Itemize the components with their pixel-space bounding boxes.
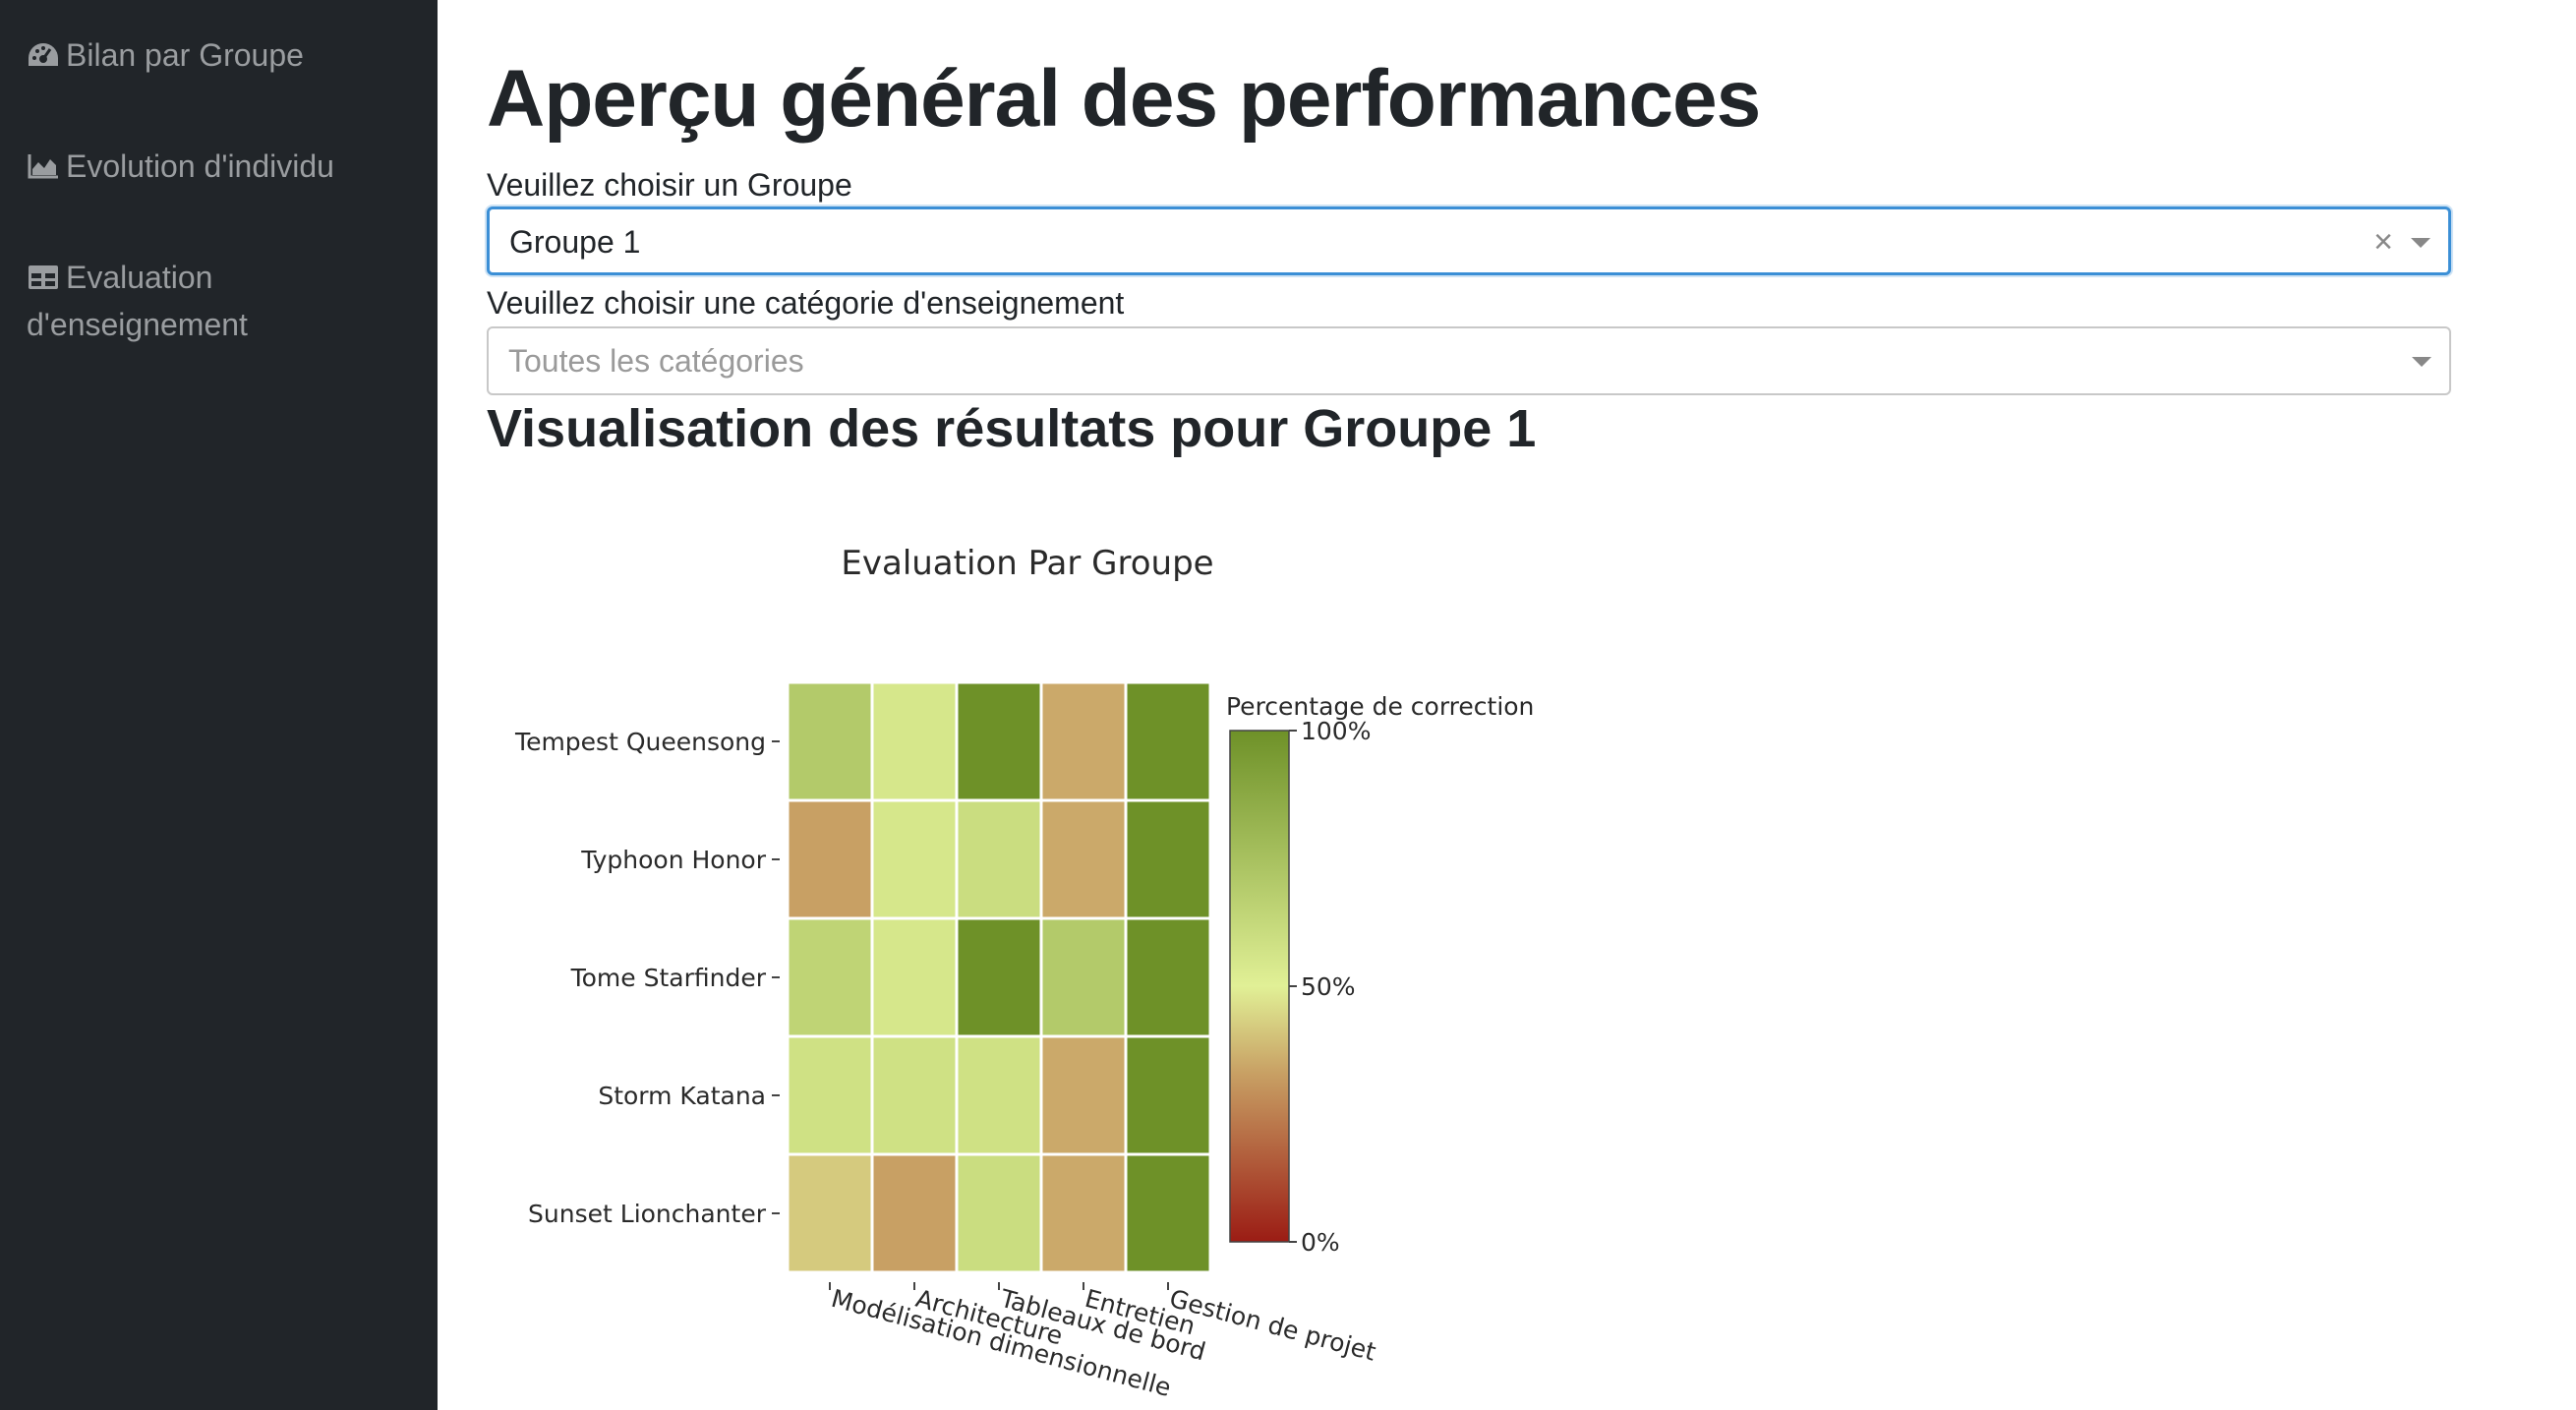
heatmap-cell[interactable] [1124,1034,1212,1156]
heatmap-cell[interactable] [955,1034,1043,1156]
heatmap-cell[interactable] [870,1152,959,1274]
heatmap-cell[interactable] [955,798,1043,920]
heatmap-cell[interactable] [1039,1034,1128,1156]
colorbar-tick-label: 0% [1301,1228,1340,1257]
colorbar-gradient [1229,730,1290,1243]
colorbar-tick-label: 50% [1301,972,1356,1001]
heatmap-cell[interactable] [1124,916,1212,1038]
chevron-down-icon[interactable] [2411,238,2430,248]
heatmap-cell[interactable] [1039,1152,1128,1274]
area-chart-icon [27,147,60,179]
row-label: Tome Starfinder [570,964,767,992]
chevron-down-icon[interactable] [2412,357,2431,367]
heatmap-cell[interactable] [786,1034,874,1156]
heatmap-cell[interactable] [1124,1152,1212,1274]
sidebar-item-label: Evaluation [66,260,213,295]
main-content: Aperçu général des performances Veuillez… [438,0,2576,1410]
chart-title: Evaluation Par Groupe [841,544,1213,583]
row-label: Sunset Lionchanter [528,1200,767,1228]
heatmap-cell[interactable] [1124,680,1212,802]
sidebar: Bilan par Groupe Evolution d'individu Ev… [0,0,438,1410]
sidebar-item-label: Evolution d'individu [66,148,334,184]
row-label: Storm Katana [598,1082,766,1110]
heatmap-cell[interactable] [870,1034,959,1156]
sidebar-item-bilan-par-groupe[interactable]: Bilan par Groupe [27,31,304,79]
sidebar-item-label-line2: d'enseignement [27,307,248,342]
heatmap-cell[interactable] [955,916,1043,1038]
heatmap-chart: Evaluation Par Groupe Tempest QueensongT… [514,544,1534,1402]
heatmap-cell[interactable] [786,680,874,802]
heatmap-cell[interactable] [786,916,874,1038]
row-label: Tempest Queensong [514,728,766,756]
heatmap-cells [786,680,1212,1274]
tachometer-icon [27,35,60,66]
heatmap-cell[interactable] [870,798,959,920]
table-icon [27,258,60,289]
sidebar-item-evolution-individu[interactable]: Evolution d'individu [27,143,334,190]
heatmap-cell[interactable] [786,1152,874,1274]
heatmap-cell[interactable] [1039,916,1128,1038]
sidebar-item-evaluation-enseignement[interactable]: Evaluation d'enseignement [27,254,248,348]
heatmap-cell[interactable] [786,798,874,920]
row-labels: Tempest Queensong Typhoon Honor Tome Starf… [514,728,780,1228]
colorbar-tick-label: 100% [1301,717,1371,745]
heatmap-cell[interactable] [870,680,959,802]
colorbar: Percentage de correction 100% 50% 0% [1226,692,1534,1257]
sidebar-item-label: Bilan par Groupe [66,37,304,73]
heatmap-cell[interactable] [1039,680,1128,802]
clear-icon[interactable]: × [2373,209,2393,274]
heatmap-cell[interactable] [955,680,1043,802]
heatmap-cell[interactable] [870,916,959,1038]
row-label: Typhoon Honor [580,846,767,874]
heatmap-cell[interactable] [955,1152,1043,1274]
column-labels: Modélisation dimensionnelleArchitectureT… [828,1282,1379,1402]
colorbar-title: Percentage de correction [1226,692,1534,721]
heatmap-cell[interactable] [1039,798,1128,920]
heatmap-cell[interactable] [1124,798,1212,920]
